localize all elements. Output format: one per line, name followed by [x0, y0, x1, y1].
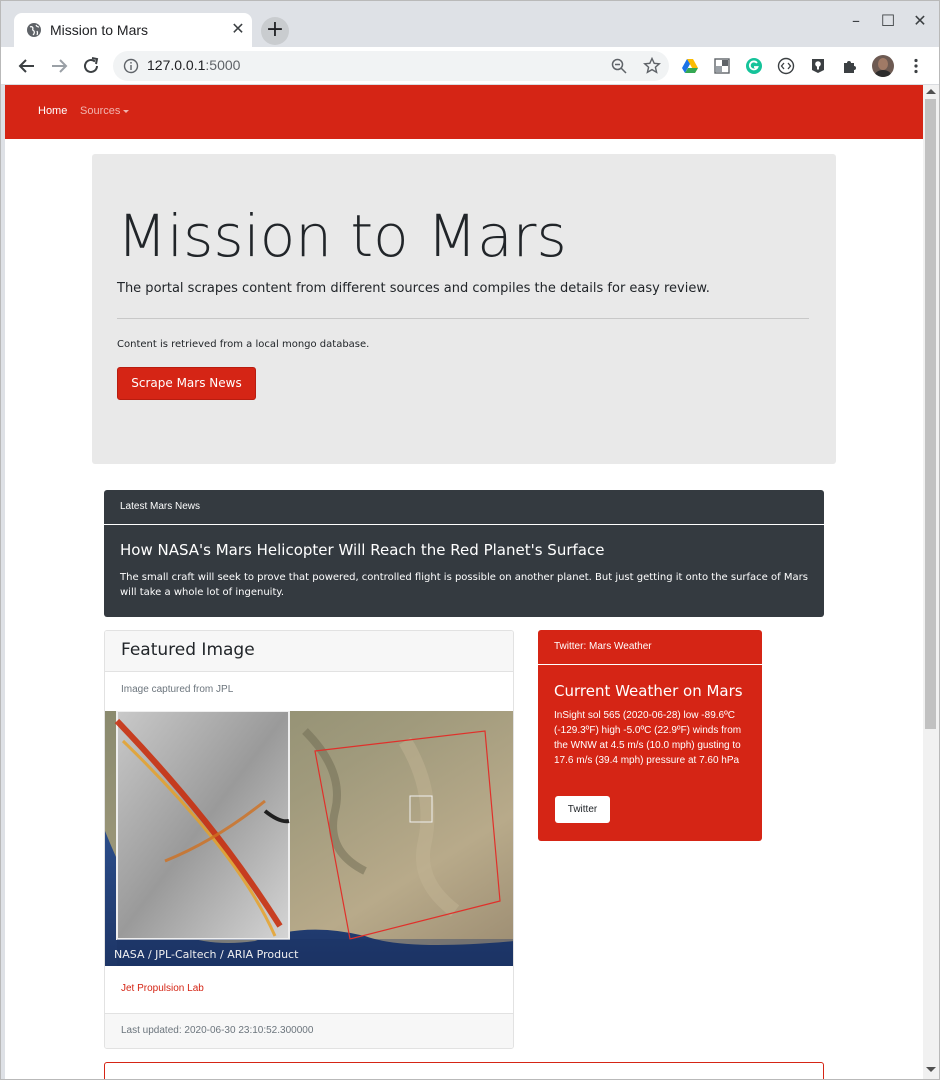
- browser-window: Mission to Mars ✕ + – ☐ ✕ 127.0.0.1:5000: [0, 0, 940, 1080]
- google-drive-icon[interactable]: [681, 57, 699, 75]
- url-text: 127.0.0.1:5000: [147, 57, 240, 73]
- avatar-face: [878, 58, 888, 70]
- grammarly-icon[interactable]: [745, 57, 763, 75]
- puzzle-extensions-icon[interactable]: [841, 57, 859, 75]
- nav-home-link[interactable]: Home: [38, 105, 67, 117]
- twitter-button[interactable]: Twitter: [555, 796, 610, 823]
- divider: [117, 318, 809, 319]
- back-icon[interactable]: [15, 54, 39, 78]
- address-bar[interactable]: 127.0.0.1:5000: [113, 51, 669, 81]
- close-window-icon[interactable]: ✕: [905, 11, 935, 30]
- maximize-icon[interactable]: ☐: [873, 11, 903, 30]
- news-header-label: Latest Mars News: [120, 501, 201, 512]
- extension-grid-icon[interactable]: [713, 57, 731, 75]
- lightbulb-extension-icon[interactable]: [809, 57, 827, 75]
- jumbotron: Mission to Mars The portal scrapes conte…: [92, 154, 836, 464]
- caret-down-icon: [123, 109, 130, 113]
- more-menu-icon[interactable]: [907, 57, 925, 75]
- close-tab-icon[interactable]: ✕: [229, 20, 247, 38]
- lead-text: The portal scrapes content from differen…: [117, 281, 710, 296]
- scrape-mars-news-button[interactable]: Scrape Mars News: [117, 367, 256, 400]
- nav-sources-label: Sources: [80, 105, 121, 117]
- scroll-up-icon[interactable]: [926, 89, 936, 94]
- info-icon[interactable]: [123, 58, 139, 74]
- weather-header-label: Twitter: Mars Weather: [554, 641, 652, 652]
- reload-icon[interactable]: [79, 54, 103, 78]
- page-viewport: Home Sources Mission to Mars The portal …: [5, 85, 923, 1079]
- browser-tab[interactable]: Mission to Mars ✕: [14, 13, 252, 47]
- site-navbar: Home Sources: [5, 85, 923, 139]
- database-note: Content is retrieved from a local mongo …: [117, 339, 370, 350]
- weather-title: Current Weather on Mars: [554, 682, 743, 700]
- news-body: The small craft will seek to prove that …: [120, 572, 808, 598]
- featured-card-header: Featured Image: [105, 631, 513, 672]
- forward-icon[interactable]: [47, 54, 71, 78]
- tab-strip: Mission to Mars ✕ + – ☐ ✕: [1, 1, 939, 47]
- featured-caption: Image captured from JPL: [121, 684, 234, 695]
- jpl-link[interactable]: Jet Propulsion Lab: [121, 983, 204, 994]
- latest-news-card: Latest Mars News How NASA's Mars Helicop…: [104, 490, 824, 617]
- featured-image-card: Featured Image Image captured from JPL N…: [104, 630, 514, 1049]
- minimize-icon[interactable]: –: [841, 11, 871, 30]
- tab-title: Mission to Mars: [50, 22, 149, 38]
- zoom-out-icon[interactable]: [611, 58, 627, 74]
- mars-weather-card: Twitter: Mars Weather Current Weather on…: [538, 630, 762, 841]
- featured-satellite-image[interactable]: NASA / JPL-Caltech / ARIA Product: [105, 711, 514, 966]
- featured-card-footer: Last updated: 2020-06-30 23:10:52.300000: [105, 1013, 513, 1048]
- browser-toolbar: 127.0.0.1:5000: [1, 47, 939, 85]
- last-updated-text: Last updated: 2020-06-30 23:10:52.300000: [121, 1025, 314, 1036]
- profile-avatar[interactable]: [872, 55, 894, 77]
- nav-sources-dropdown[interactable]: Sources: [80, 105, 130, 117]
- weather-card-header: Twitter: Mars Weather: [538, 630, 762, 665]
- next-card-outline: [104, 1062, 824, 1079]
- news-card-header: Latest Mars News: [104, 490, 824, 525]
- url-host: 127.0.0.1: [147, 57, 206, 73]
- page-scrollbar[interactable]: [923, 85, 939, 1079]
- image-credit: NASA / JPL-Caltech / ARIA Product: [114, 948, 299, 961]
- scrollbar-thumb[interactable]: [925, 99, 936, 729]
- page-title: Mission to Mars: [117, 202, 567, 270]
- avatar-shoulders: [875, 70, 891, 77]
- url-port: :5000: [205, 57, 241, 73]
- news-title: How NASA's Mars Helicopter Will Reach th…: [120, 541, 605, 559]
- code-extension-icon[interactable]: [777, 57, 795, 75]
- featured-header-label: Featured Image: [121, 640, 255, 660]
- weather-body: InSight sol 565 (2020-06-28) low -89.6ºC…: [554, 710, 742, 766]
- scroll-down-icon[interactable]: [926, 1067, 936, 1072]
- new-tab-button[interactable]: +: [261, 17, 289, 45]
- bookmark-star-icon[interactable]: [643, 57, 661, 75]
- globe-icon: [27, 23, 41, 37]
